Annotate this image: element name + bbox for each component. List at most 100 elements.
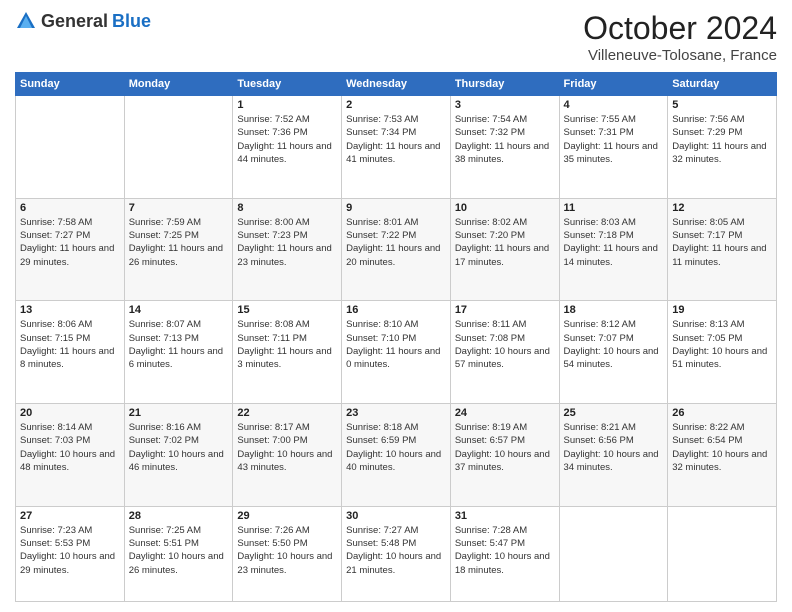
day-info: Sunrise: 8:16 AM Sunset: 7:02 PM Dayligh… — [129, 421, 229, 474]
table-row: 7 Sunrise: 7:59 AM Sunset: 7:25 PM Daylig… — [124, 198, 233, 301]
table-row: 25 Sunrise: 8:21 AM Sunset: 6:56 PM Dayli… — [559, 404, 668, 507]
month-title: October 2024 — [583, 10, 777, 47]
logo: GeneralBlue — [15, 10, 151, 32]
day-number: 16 — [346, 304, 446, 316]
day-info: Sunrise: 7:54 AM Sunset: 7:32 PM Dayligh… — [455, 113, 555, 166]
header-tuesday: Tuesday — [233, 73, 342, 96]
day-info: Sunrise: 8:05 AM Sunset: 7:17 PM Dayligh… — [672, 216, 772, 269]
header-friday: Friday — [559, 73, 668, 96]
calendar-header-row: Sunday Monday Tuesday Wednesday Thursday… — [16, 73, 777, 96]
table-row: 9Sunrise: 8:01 AM Sunset: 7:22 PM Daylig… — [342, 198, 451, 301]
table-row: 1 Sunrise: 7:52 AM Sunset: 7:36 PM Daylig… — [233, 96, 342, 199]
calendar-table: Sunday Monday Tuesday Wednesday Thursday… — [15, 72, 777, 602]
table-row: 29 Sunrise: 7:26 AM Sunset: 5:50 PM Dayli… — [233, 506, 342, 601]
table-row: 4 Sunrise: 7:55 AM Sunset: 7:31 PM Daylig… — [559, 96, 668, 199]
day-number: 1 — [237, 99, 337, 111]
header: GeneralBlue October 2024 Villeneuve-Tolo… — [15, 10, 777, 64]
day-info: Sunrise: 7:59 AM Sunset: 7:25 PM Dayligh… — [129, 216, 229, 269]
day-info: Sunrise: 8:14 AM Sunset: 7:03 PM Dayligh… — [20, 421, 120, 474]
day-info: Sunrise: 8:22 AM Sunset: 6:54 PM Dayligh… — [672, 421, 772, 474]
day-number: 24 — [455, 407, 555, 419]
day-number: 23 — [346, 407, 446, 419]
page: GeneralBlue October 2024 Villeneuve-Tolo… — [0, 0, 792, 612]
table-row — [16, 96, 125, 199]
table-row: 24 Sunrise: 8:19 AM Sunset: 6:57 PM Dayli… — [450, 404, 559, 507]
day-info: Sunrise: 8:19 AM Sunset: 6:57 PM Dayligh… — [455, 421, 555, 474]
day-info: Sunrise: 8:06 AM Sunset: 7:15 PM Dayligh… — [20, 318, 120, 371]
day-info: Sunrise: 7:58 AM Sunset: 7:27 PM Dayligh… — [20, 216, 120, 269]
day-info: Sunrise: 8:00 AM Sunset: 7:23 PM Dayligh… — [237, 216, 337, 269]
title-area: October 2024 Villeneuve-Tolosane, France — [583, 10, 777, 64]
day-number: 15 — [237, 304, 337, 316]
day-info: Sunrise: 8:12 AM Sunset: 7:07 PM Dayligh… — [564, 318, 664, 371]
day-info: Sunrise: 8:10 AM Sunset: 7:10 PM Dayligh… — [346, 318, 446, 371]
table-row: 17 Sunrise: 8:11 AM Sunset: 7:08 PM Dayli… — [450, 301, 559, 404]
day-number: 22 — [237, 407, 337, 419]
day-number: 19 — [672, 304, 772, 316]
table-row — [559, 506, 668, 601]
day-info: Sunrise: 8:18 AM Sunset: 6:59 PM Dayligh… — [346, 421, 446, 474]
day-info: Sunrise: 7:25 AM Sunset: 5:51 PM Dayligh… — [129, 524, 229, 577]
day-info: Sunrise: 7:52 AM Sunset: 7:36 PM Dayligh… — [237, 113, 337, 166]
logo-text-general: General — [41, 11, 108, 32]
table-row: 11 Sunrise: 8:03 AM Sunset: 7:18 PM Dayli… — [559, 198, 668, 301]
day-number: 21 — [129, 407, 229, 419]
table-row: 15 Sunrise: 8:08 AM Sunset: 7:11 PM Dayli… — [233, 301, 342, 404]
day-number: 20 — [20, 407, 120, 419]
header-saturday: Saturday — [668, 73, 777, 96]
header-monday: Monday — [124, 73, 233, 96]
day-number: 13 — [20, 304, 120, 316]
table-row: 31Sunrise: 7:28 AM Sunset: 5:47 PM Dayli… — [450, 506, 559, 601]
day-info: Sunrise: 7:26 AM Sunset: 5:50 PM Dayligh… — [237, 524, 337, 577]
table-row: 22 Sunrise: 8:17 AM Sunset: 7:00 PM Dayli… — [233, 404, 342, 507]
day-info: Sunrise: 7:53 AM Sunset: 7:34 PM Dayligh… — [346, 113, 446, 166]
day-number: 8 — [237, 202, 337, 214]
table-row: 5Sunrise: 7:56 AM Sunset: 7:29 PM Daylig… — [668, 96, 777, 199]
table-row — [668, 506, 777, 601]
day-info: Sunrise: 8:17 AM Sunset: 7:00 PM Dayligh… — [237, 421, 337, 474]
day-info: Sunrise: 8:08 AM Sunset: 7:11 PM Dayligh… — [237, 318, 337, 371]
day-number: 27 — [20, 510, 120, 522]
day-info: Sunrise: 8:01 AM Sunset: 7:22 PM Dayligh… — [346, 216, 446, 269]
table-row: 18Sunrise: 8:12 AM Sunset: 7:07 PM Dayli… — [559, 301, 668, 404]
day-info: Sunrise: 8:11 AM Sunset: 7:08 PM Dayligh… — [455, 318, 555, 371]
location-title: Villeneuve-Tolosane, France — [583, 47, 777, 64]
header-wednesday: Wednesday — [342, 73, 451, 96]
day-info: Sunrise: 8:02 AM Sunset: 7:20 PM Dayligh… — [455, 216, 555, 269]
header-sunday: Sunday — [16, 73, 125, 96]
day-info: Sunrise: 8:03 AM Sunset: 7:18 PM Dayligh… — [564, 216, 664, 269]
table-row: 12 Sunrise: 8:05 AM Sunset: 7:17 PM Dayli… — [668, 198, 777, 301]
table-row: 6 Sunrise: 7:58 AM Sunset: 7:27 PM Daylig… — [16, 198, 125, 301]
day-number: 3 — [455, 99, 555, 111]
day-number: 25 — [564, 407, 664, 419]
table-row: 26Sunrise: 8:22 AM Sunset: 6:54 PM Dayli… — [668, 404, 777, 507]
day-number: 6 — [20, 202, 120, 214]
day-number: 5 — [672, 99, 772, 111]
table-row: 20 Sunrise: 8:14 AM Sunset: 7:03 PM Dayli… — [16, 404, 125, 507]
table-row: 27Sunrise: 7:23 AM Sunset: 5:53 PM Dayli… — [16, 506, 125, 601]
day-number: 29 — [237, 510, 337, 522]
table-row: 21 Sunrise: 8:16 AM Sunset: 7:02 PM Dayli… — [124, 404, 233, 507]
day-info: Sunrise: 8:07 AM Sunset: 7:13 PM Dayligh… — [129, 318, 229, 371]
day-number: 17 — [455, 304, 555, 316]
table-row: 28Sunrise: 7:25 AM Sunset: 5:51 PM Dayli… — [124, 506, 233, 601]
day-number: 14 — [129, 304, 229, 316]
day-number: 4 — [564, 99, 664, 111]
table-row — [124, 96, 233, 199]
day-number: 11 — [564, 202, 664, 214]
table-row: 16 Sunrise: 8:10 AM Sunset: 7:10 PM Dayli… — [342, 301, 451, 404]
logo-icon — [15, 10, 37, 32]
day-info: Sunrise: 7:27 AM Sunset: 5:48 PM Dayligh… — [346, 524, 446, 577]
day-info: Sunrise: 8:21 AM Sunset: 6:56 PM Dayligh… — [564, 421, 664, 474]
table-row: 8 Sunrise: 8:00 AM Sunset: 7:23 PM Daylig… — [233, 198, 342, 301]
day-number: 31 — [455, 510, 555, 522]
logo-text-blue: Blue — [112, 11, 151, 32]
day-number: 12 — [672, 202, 772, 214]
day-number: 7 — [129, 202, 229, 214]
day-info: Sunrise: 8:13 AM Sunset: 7:05 PM Dayligh… — [672, 318, 772, 371]
header-thursday: Thursday — [450, 73, 559, 96]
table-row: 14 Sunrise: 8:07 AM Sunset: 7:13 PM Dayli… — [124, 301, 233, 404]
table-row: 3 Sunrise: 7:54 AM Sunset: 7:32 PM Daylig… — [450, 96, 559, 199]
logo-area: GeneralBlue — [15, 10, 151, 32]
day-info: Sunrise: 7:55 AM Sunset: 7:31 PM Dayligh… — [564, 113, 664, 166]
